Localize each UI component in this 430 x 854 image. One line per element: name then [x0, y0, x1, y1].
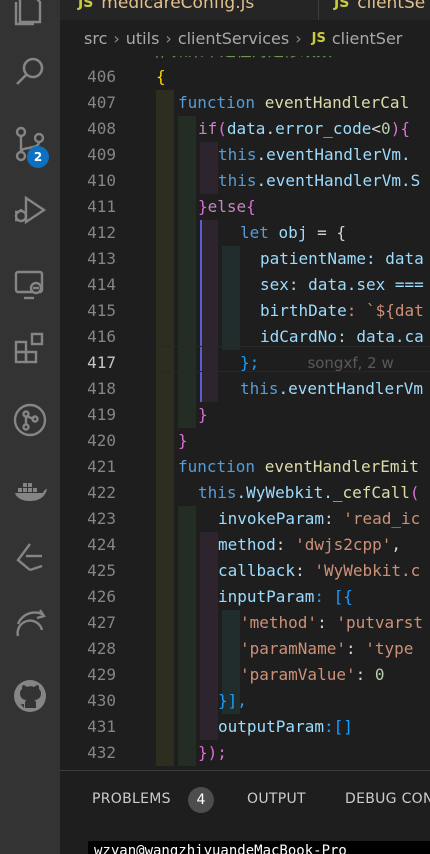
tab-problems[interactable]: PROBLEMS: [92, 791, 171, 807]
line-number: 430: [87, 691, 116, 710]
git-graph-icon[interactable]: [0, 394, 60, 446]
line-number: 418: [87, 379, 116, 398]
code-line: }: [198, 405, 208, 424]
code-line: let obj = {: [240, 223, 346, 242]
line-number: 413: [87, 249, 116, 268]
breadcrumb-client-services[interactable]: clientServices: [178, 29, 289, 48]
line-number: 425: [87, 561, 116, 580]
js-file-icon: JS: [334, 0, 350, 11]
tab-client-services[interactable]: JS clientSe: [334, 0, 425, 20]
line-number: 420: [87, 431, 116, 450]
code-line: method: 'dwjs2cpp',: [218, 535, 402, 554]
code-line-current: }; songxf, 2 w: [240, 353, 394, 372]
tab-debug-console[interactable]: DEBUG CON: [345, 791, 430, 807]
bottom-panel: PROBLEMS 4 OUTPUT DEBUG CON wzyan@wangzh…: [60, 770, 430, 854]
github-icon[interactable]: [0, 670, 60, 722]
docker-icon[interactable]: [0, 466, 60, 518]
remote-explorer-icon[interactable]: [0, 258, 60, 310]
line-number: 422: [87, 483, 116, 502]
code-line: if(data.error_code<0){: [198, 119, 410, 138]
line-number: 412: [87, 223, 116, 242]
code-line: this.WyWebkit._cefCall(: [198, 483, 420, 502]
tab-separator: [318, 0, 319, 20]
line-number: 415: [87, 301, 116, 320]
line-number: 410: [87, 171, 116, 190]
code-line: 'paramValue': 0: [240, 665, 385, 684]
git-blame-annotation: songxf, 2 w: [307, 354, 394, 372]
line-number: 409: [87, 145, 116, 164]
line-number: 429: [87, 665, 116, 684]
tab-bar: JS medicareConfig.js JS clientSe: [60, 0, 430, 20]
breadcrumb-src[interactable]: src: [84, 29, 107, 48]
code-line: birthDate: `${dat: [260, 301, 424, 320]
problems-count-badge: 4: [188, 787, 214, 813]
line-number: 423: [87, 509, 116, 528]
code-line: patientName: data: [260, 249, 424, 268]
explorer-icon[interactable]: [0, 0, 60, 36]
code-line: 'method': 'putvarst: [240, 613, 424, 632]
line-number: 411: [87, 197, 116, 216]
line-number: 431: [87, 717, 116, 736]
code-line: }: [178, 431, 188, 450]
chevron-right-icon: ›: [295, 28, 302, 48]
tab-medicare-config[interactable]: JS medicareConfig.js: [78, 0, 254, 20]
remote-icon[interactable]: [0, 598, 60, 650]
line-number: 407: [87, 93, 116, 112]
terminal-prompt: wzyan@wangzhiyuandeMacBook-Pro: [94, 843, 347, 854]
code-line: }],: [218, 691, 247, 710]
js-file-icon: JS: [78, 0, 94, 11]
source-control-badge: 2: [27, 146, 49, 168]
line-number: 414: [87, 275, 116, 294]
breadcrumb: src › utils › clientServices › JS client…: [60, 20, 430, 56]
code-line: });: [198, 743, 227, 762]
breadcrumb-file[interactable]: clientSer: [332, 29, 403, 48]
code-line: outputParam:[]: [218, 717, 353, 736]
line-number: 408: [87, 119, 116, 138]
code-line: sex: data.sex ===: [260, 275, 424, 294]
line-number-gutter: 406 407 408 409 410 411 412 413 414 415 …: [60, 56, 152, 770]
terminal[interactable]: wzyan@wangzhiyuandeMacBook-Pro: [88, 841, 430, 854]
code-line: function eventHandlerCal: [178, 93, 410, 112]
code-editor[interactable]: // 如果不是在对是修改数 406 407 408 409 410 411 41…: [60, 56, 430, 770]
code-line: this.eventHandlerVm.S: [218, 171, 421, 190]
line-number: 432: [87, 743, 116, 762]
code-line: function eventHandlerEmit: [178, 457, 419, 476]
js-file-icon: JS: [311, 30, 326, 46]
live-share-icon[interactable]: [0, 532, 60, 584]
line-number: 421: [87, 457, 116, 476]
code-line: idCardNo: data.ca: [260, 327, 424, 346]
tab-label: clientSe: [357, 0, 426, 13]
line-number: 424: [87, 535, 116, 554]
code-line: this.eventHandlerVm: [240, 379, 424, 398]
code-line: {: [156, 67, 166, 86]
tab-output[interactable]: OUTPUT: [247, 791, 306, 807]
activity-bar: 2: [0, 0, 60, 854]
run-debug-icon[interactable]: [0, 184, 60, 236]
line-number: 406: [87, 67, 116, 86]
search-icon[interactable]: [0, 46, 60, 98]
code-line: this.eventHandlerVm.: [218, 145, 411, 164]
code-line: invokeParam: 'read_ic: [218, 509, 421, 528]
breadcrumb-utils[interactable]: utils: [126, 29, 160, 48]
line-number: 427: [87, 613, 116, 632]
code-line: 'paramName': 'type: [240, 639, 414, 658]
line-number: 419: [87, 405, 116, 424]
line-number: 428: [87, 639, 116, 658]
line-number-current: 417: [87, 353, 116, 372]
code-line: }else{: [198, 197, 256, 216]
code-line: inputParam: [{: [218, 587, 353, 606]
extensions-icon[interactable]: [0, 322, 60, 374]
line-number: 426: [87, 587, 116, 606]
tab-label: medicareConfig.js: [101, 0, 255, 13]
code-line: callback: 'WyWebkit.c: [218, 561, 421, 580]
line-number: 416: [87, 327, 116, 346]
code-area[interactable]: { function eventHandlerCal if(data.error…: [156, 56, 430, 770]
chevron-right-icon: ›: [165, 28, 172, 48]
chevron-right-icon: ›: [113, 28, 120, 48]
